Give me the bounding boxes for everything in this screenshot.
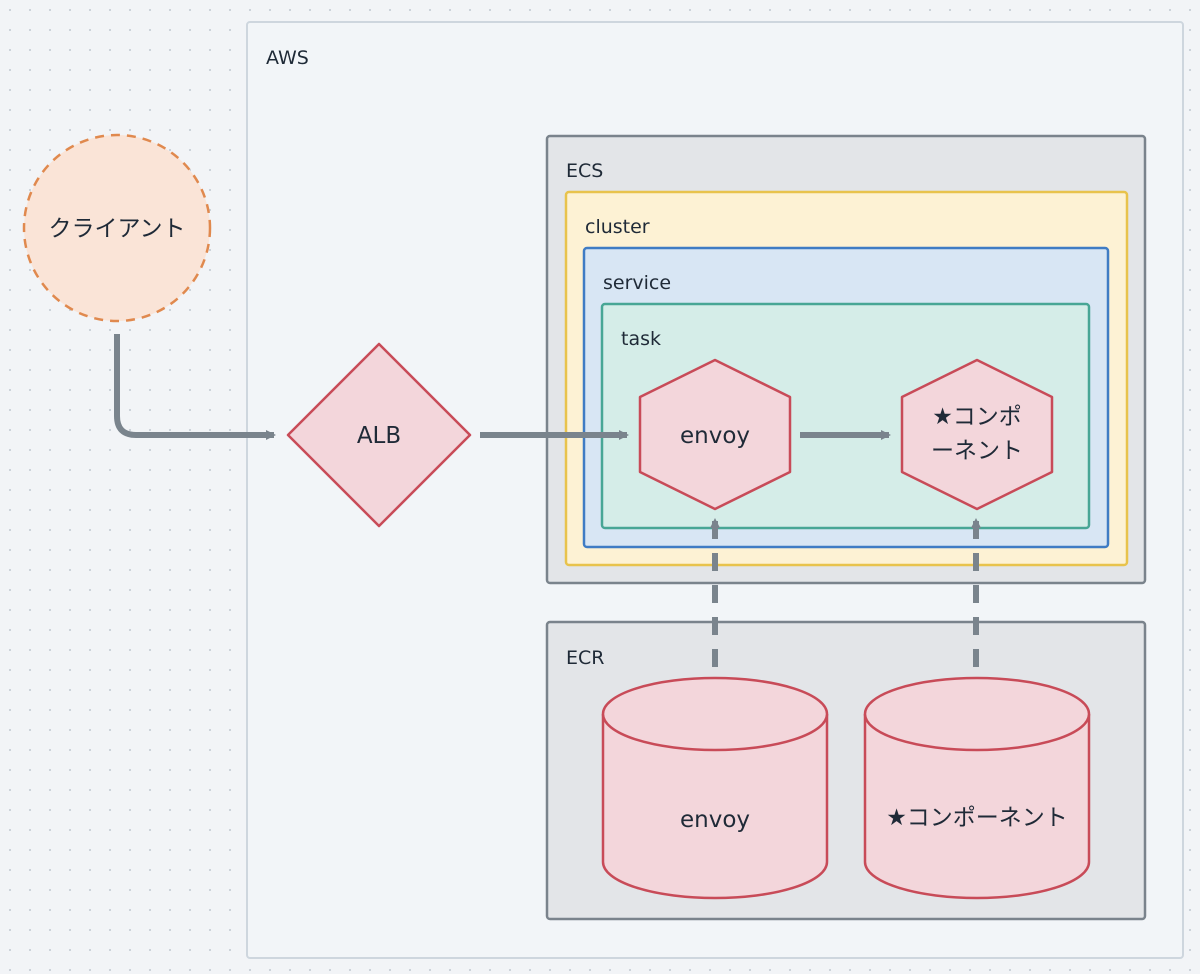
envoy-image-node[interactable]: envoy — [601, 676, 829, 900]
envoy-container-label: envoy — [680, 423, 750, 449]
ecs-group-label: ECS — [566, 160, 603, 182]
task-group-label: task — [621, 328, 661, 350]
cluster-group-label: cluster — [585, 216, 650, 238]
component-image-label: ★コンポーネント — [886, 805, 1068, 831]
component-container-label-line-1: ★コンポ — [932, 404, 1022, 430]
component-container-label-line-2: ーネント — [931, 438, 1023, 464]
alb-label: ALB — [357, 423, 401, 449]
aws-group-label: AWS — [266, 47, 309, 69]
envoy-image-label: envoy — [680, 807, 750, 833]
client-label: クライアント — [48, 216, 185, 242]
client-node[interactable]: クライアント — [22, 133, 212, 323]
component-image-node[interactable]: ★コンポーネント — [863, 676, 1091, 900]
ecr-group-label: ECR — [566, 647, 604, 669]
component-image-cylinder-top — [863, 676, 1091, 752]
service-group-label: service — [603, 272, 671, 294]
envoy-image-cylinder-top — [601, 676, 829, 752]
architecture-diagram: AWS ECS cluster service task ECR クライアント … — [22, 21, 1184, 959]
